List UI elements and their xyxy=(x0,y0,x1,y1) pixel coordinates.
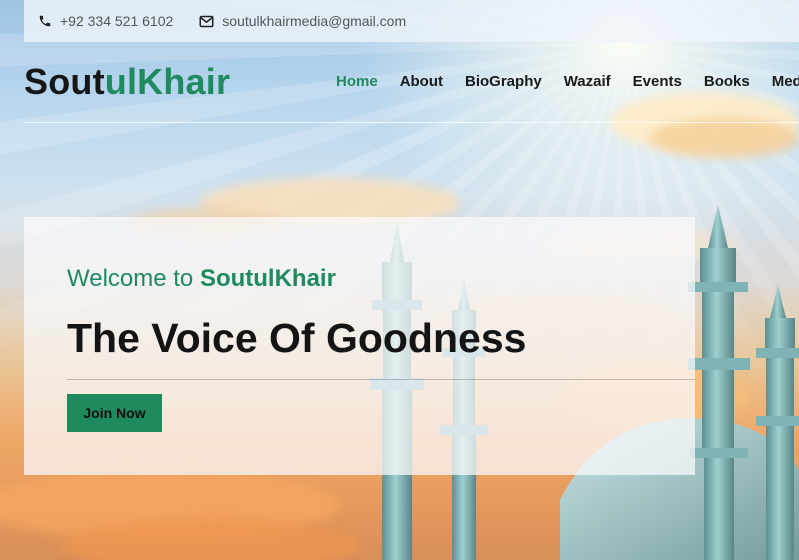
site-logo[interactable]: SoutulKhair xyxy=(24,61,230,103)
nav-books[interactable]: Books xyxy=(704,73,750,90)
logo-part-2: ulKhair xyxy=(104,61,231,102)
hero-divider xyxy=(67,379,695,380)
nav-events[interactable]: Events xyxy=(633,73,682,90)
join-now-button[interactable]: Join Now xyxy=(67,394,162,432)
phone-number: +92 334 521 6102 xyxy=(60,13,174,29)
nav-biography[interactable]: BioGraphy xyxy=(465,73,542,90)
hero-welcome: Welcome to SoutulKhair xyxy=(67,265,336,293)
top-contact-bar: +92 334 521 6102 soutulkhairmedia@gmail.… xyxy=(24,0,799,42)
nav-wazaif[interactable]: Wazaif xyxy=(564,73,611,90)
envelope-icon xyxy=(199,15,214,27)
nav-media[interactable]: Media xyxy=(772,73,799,90)
site-header: SoutulKhair Home About BioGraphy Wazaif … xyxy=(24,42,799,122)
email-contact[interactable]: soutulkhairmedia@gmail.com xyxy=(199,13,406,29)
welcome-brand: SoutulKhair xyxy=(199,265,336,292)
welcome-prefix: Welcome to xyxy=(67,265,200,292)
hero-card: Welcome to SoutulKhair The Voice Of Good… xyxy=(24,217,695,475)
hero-headline: The Voice Of Goodness xyxy=(67,315,527,361)
nav-about[interactable]: About xyxy=(400,73,443,90)
nav-home[interactable]: Home xyxy=(336,73,378,90)
phone-contact[interactable]: +92 334 521 6102 xyxy=(38,13,173,29)
logo-part-1: Sout xyxy=(24,61,105,102)
main-nav: Home About BioGraphy Wazaif Events Books… xyxy=(336,73,799,90)
email-address: soutulkhairmedia@gmail.com xyxy=(222,13,407,29)
header-divider xyxy=(24,122,799,123)
phone-icon xyxy=(39,15,51,27)
